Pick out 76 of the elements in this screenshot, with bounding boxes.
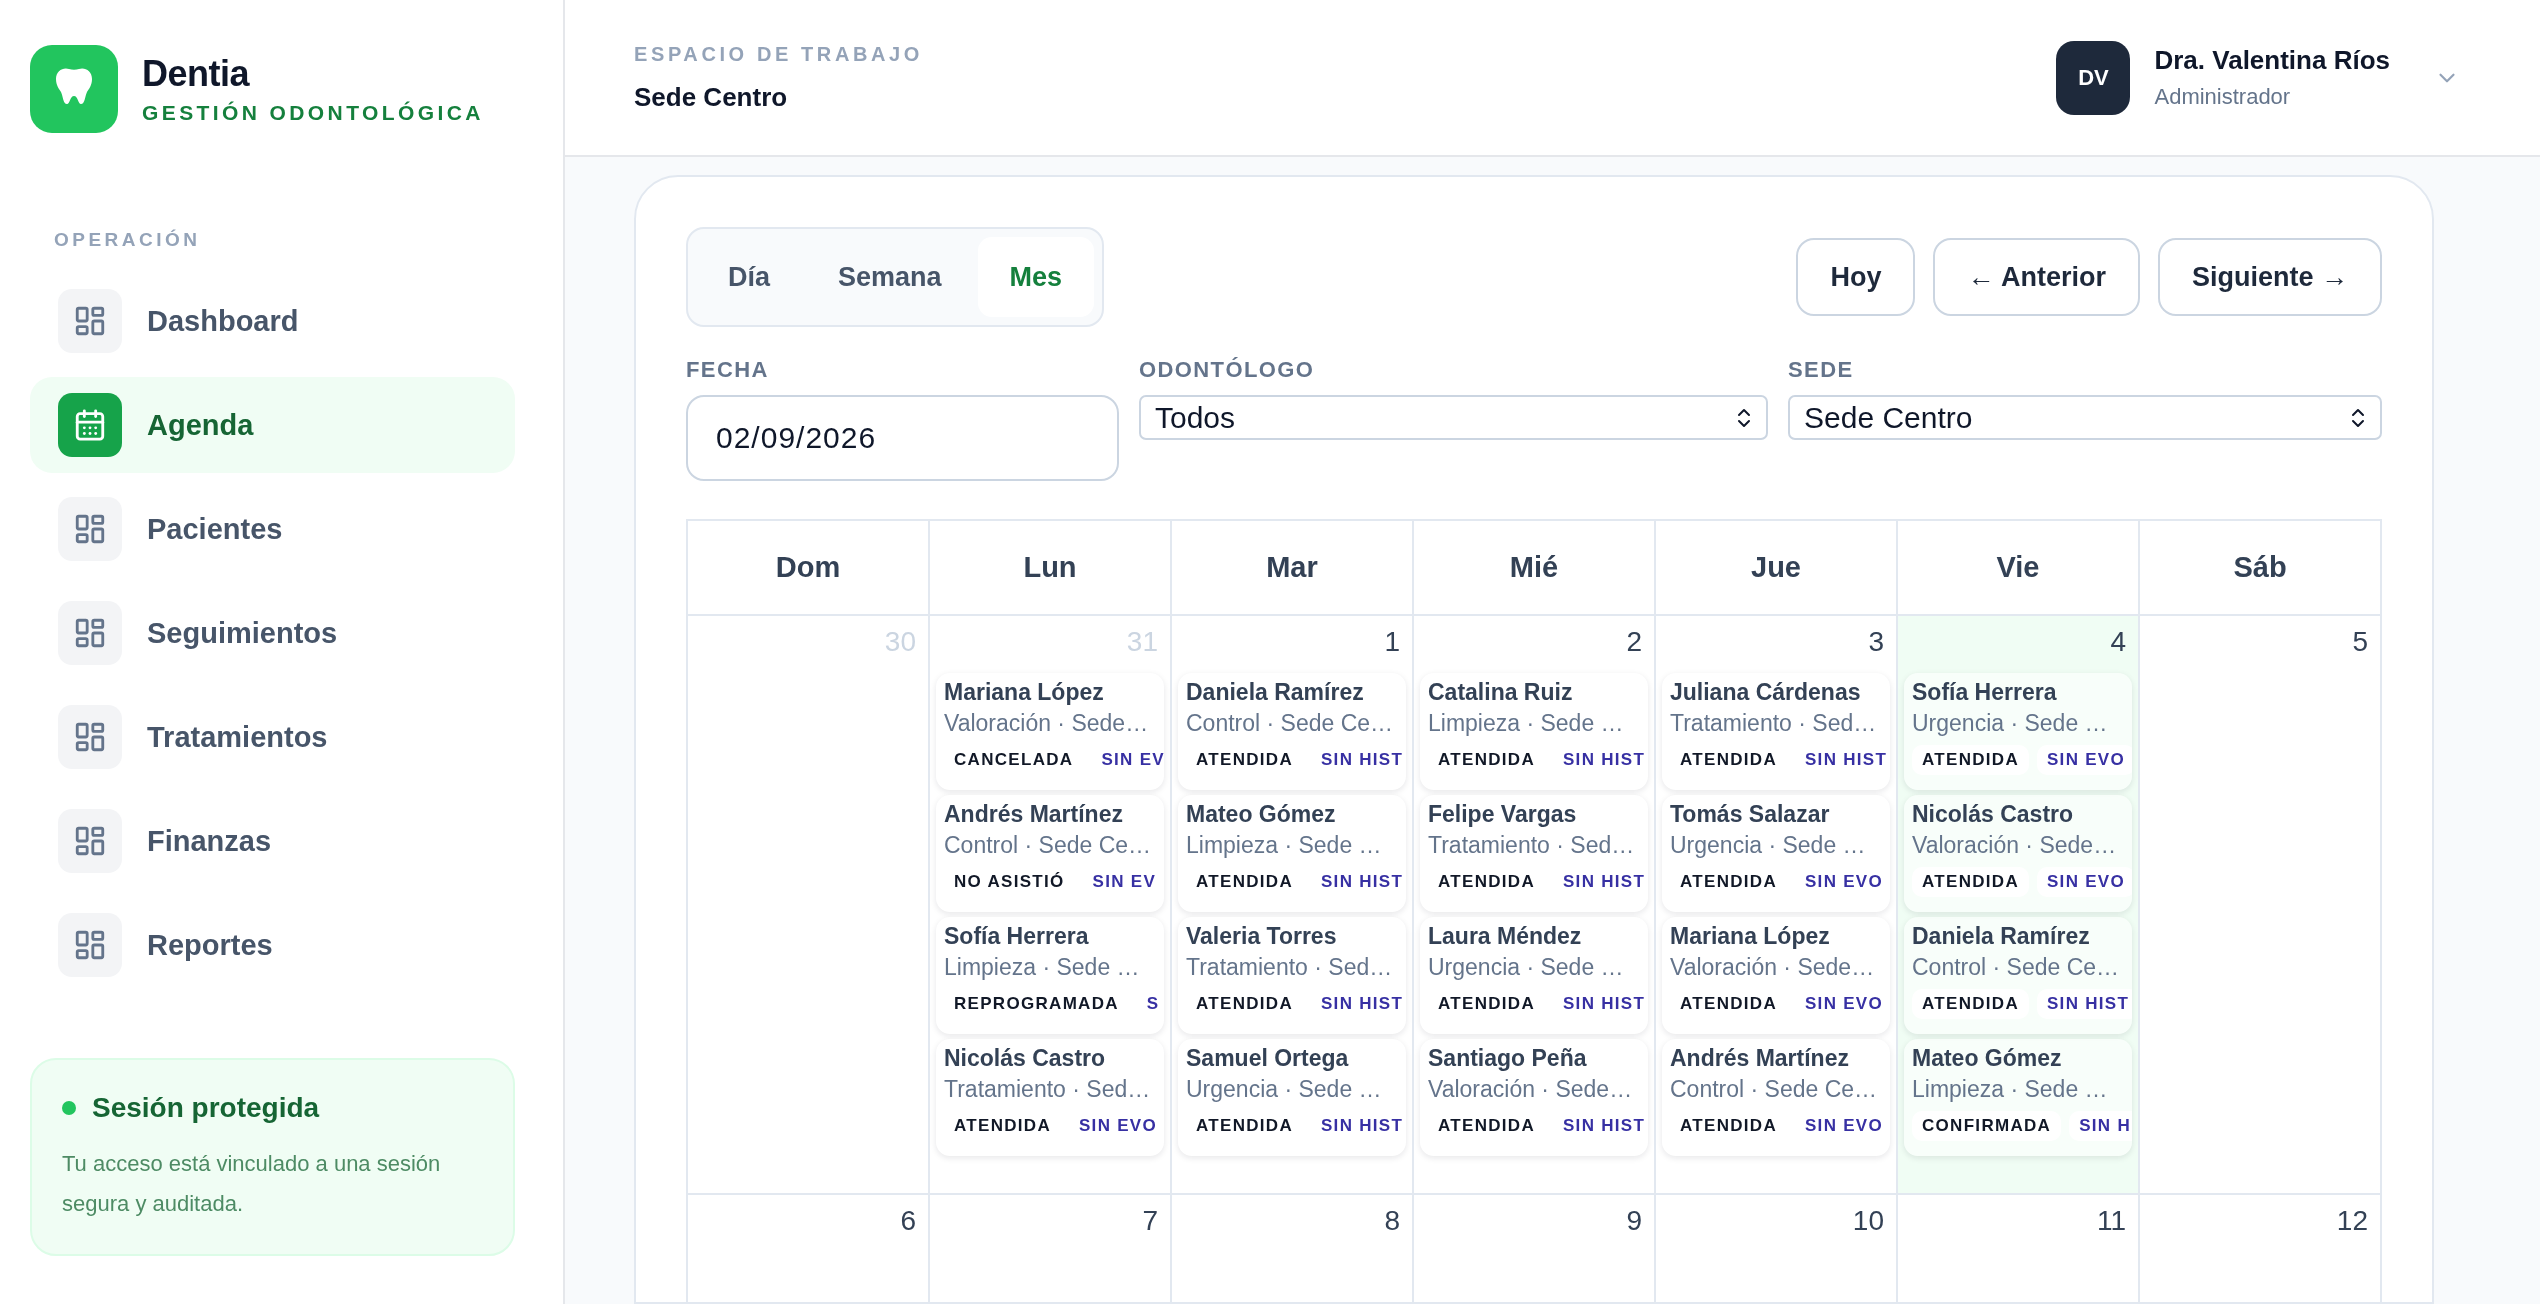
day-cell[interactable]	[1414, 616, 1656, 1195]
day-cell[interactable]: 5	[2140, 616, 2382, 1195]
nav-button[interactable]: Hoy	[1796, 238, 1916, 316]
dashboard-icon	[58, 497, 122, 561]
day-number: 1	[1384, 626, 1400, 658]
field-label: FECHA	[686, 357, 770, 383]
workspace-name: Sede Centro	[634, 81, 789, 113]
day-number: 12	[2336, 1205, 2368, 1237]
brand-name: Dentia	[142, 53, 251, 95]
user-avatar[interactable]: DV	[2056, 40, 2131, 115]
appointment-card[interactable]: Juliana Cárdenas Tratamiento · Sed… ATENDIDA SIN HIST	[1662, 673, 1890, 790]
day-number: 3	[1868, 626, 1884, 658]
day-number: 7	[1142, 1205, 1158, 1237]
day-number: 10	[1852, 1205, 1884, 1237]
appointment-card[interactable]: Santiago Peña Valoración · Sede… ATENDIDA SIN HIST	[1420, 1039, 1648, 1156]
appointment-card[interactable]: Daniela Ramírez Control · Sede Ce… ATENDIDA SIN HIST	[1178, 673, 1406, 790]
nav-item[interactable]: Pacientes	[30, 481, 515, 577]
appointment-card[interactable]: Felipe Vargas Tratamiento · Sed… ATENDIDA SIN HIST	[1420, 795, 1648, 912]
dashboard-icon	[58, 809, 122, 873]
appointment-card[interactable]: Mariana López Valoración · Sede… ATENDIDA SIN EVO	[1662, 917, 1890, 1034]
appointment-card[interactable]: Daniela Ramírez Control · Sede Ce… ATENDIDA SIN HIST	[1904, 917, 2132, 1034]
nav-item[interactable]: Reportes	[30, 897, 515, 993]
view-tab[interactable]: Semana	[806, 237, 974, 317]
appointment-card[interactable]: Nicolás Castro Valoración · Sede… ATENDIDA SIN EVO	[1904, 795, 2132, 912]
appointment-card[interactable]: Mariana López Valoración · Sede… CANCELADA SIN EV	[936, 673, 1164, 790]
appointment-card[interactable]: Andrés Martínez Control · Sede Ce… ATENDIDA SIN EVO	[1662, 1039, 1890, 1156]
appointment-card[interactable]: Valeria Torres Tratamiento · Sed… ATENDIDA SIN HIST	[1178, 917, 1406, 1034]
status-dot	[62, 1101, 76, 1115]
workspace-label: ESPACIO DE TRABAJO	[634, 42, 923, 66]
appointment-card[interactable]: Tomás Salazar Urgencia · Sede … ATENDIDA SIN EVO	[1662, 795, 1890, 912]
section-label: OPERACIÓN	[54, 229, 202, 251]
day-number: 2	[1626, 626, 1642, 658]
field-label: SEDE	[1788, 357, 1855, 383]
nav-item[interactable]: Dashboard	[30, 273, 515, 369]
day-number: 9	[1626, 1205, 1642, 1237]
view-tab[interactable]: Mes	[977, 237, 1095, 317]
nav-button[interactable]: Siguiente →	[2158, 238, 2382, 316]
calendar-icon	[58, 393, 122, 457]
dashboard-icon	[58, 705, 122, 769]
notice-text: Tu acceso está vinculado a una sesión segura y auditada.	[62, 1150, 442, 1218]
dashboard-icon	[58, 601, 122, 665]
appointment-card[interactable]: Laura Méndez Urgencia · Sede … ATENDIDA SIN HIST	[1420, 917, 1648, 1034]
appointment-card[interactable]: Sofía Herrera Urgencia · Sede … ATENDIDA SIN EVO	[1904, 673, 2132, 790]
user-name: Dra. Valentina Ríos	[2154, 45, 2390, 76]
appointment-card[interactable]: Nicolás Castro Tratamiento · Sed… ATENDIDA SIN EVO	[936, 1039, 1164, 1156]
notice-title: Sesión protegida	[92, 1092, 320, 1124]
nav-item[interactable]: Tratamientos	[30, 689, 515, 785]
day-number: 5	[2352, 626, 2368, 658]
dashboard-icon	[58, 289, 122, 353]
select-field[interactable]: Sede Centro	[1788, 395, 2382, 440]
field-label: ODONTÓLOGO	[1139, 357, 1316, 383]
brand-tagline: GESTIÓN ODONTOLÓGICA	[142, 101, 484, 125]
day-cell[interactable]	[1898, 616, 2140, 1195]
tooth-logo-icon	[30, 45, 118, 133]
day-number: 11	[2096, 1205, 2126, 1237]
nav-button[interactable]: ← Anterior	[1933, 238, 2140, 316]
day-cell[interactable]	[1172, 616, 1414, 1195]
day-cell[interactable]	[1656, 616, 1898, 1195]
day-number: 6	[900, 1205, 916, 1237]
appointment-card[interactable]: Mateo Gómez Limpieza · Sede … CONFIRMADA SIN H	[1904, 1039, 2132, 1156]
day-number: 8	[1384, 1205, 1400, 1237]
appointment-card[interactable]: Mateo Gómez Limpieza · Sede … ATENDIDA SIN HIST	[1178, 795, 1406, 912]
nav-item[interactable]: Finanzas	[30, 793, 515, 889]
user-role: Administrador	[2154, 84, 2292, 110]
appointment-card[interactable]: Samuel Ortega Urgencia · Sede … ATENDIDA SIN HIST	[1178, 1039, 1406, 1156]
appointment-card[interactable]: Sofía Herrera Limpieza · Sede … REPROGRAMADA S	[936, 917, 1164, 1034]
nav-item[interactable]: Seguimientos	[30, 585, 515, 681]
day-cell[interactable]	[930, 616, 1172, 1195]
dashboard-icon	[58, 913, 122, 977]
appointment-card[interactable]: Andrés Martínez Control · Sede Ce… NO ASISTIÓ SIN EV	[936, 795, 1164, 912]
view-tab[interactable]: Día	[696, 237, 803, 317]
nav-item[interactable]: Agenda	[30, 377, 515, 473]
select-field[interactable]: Todos	[1139, 395, 1768, 440]
day-number: 4	[2110, 626, 2126, 658]
appointment-card[interactable]: Catalina Ruiz Limpieza · Sede … ATENDIDA SIN HIST	[1420, 673, 1648, 790]
date-field[interactable]: 02/09/2026	[686, 395, 1119, 481]
